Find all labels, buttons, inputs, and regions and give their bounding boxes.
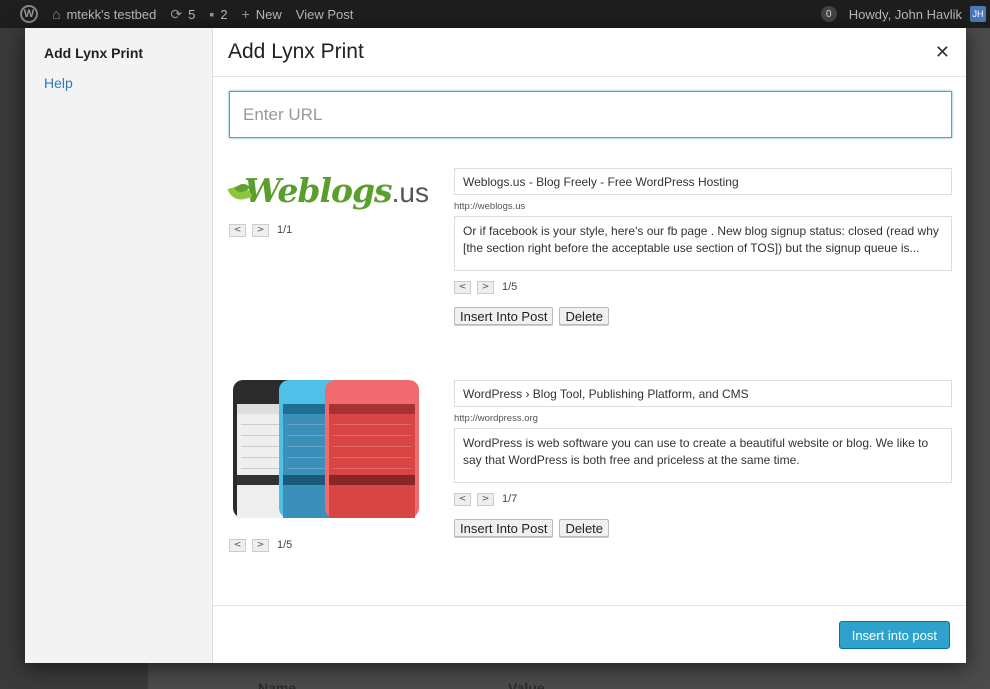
add-lynx-print-modal: Add Lynx Print Help Add Lynx Print ✕ Web… <box>25 28 966 663</box>
image-pager: < > 1/5 <box>229 538 292 552</box>
weblogs-logo: Weblogs.us <box>229 168 429 212</box>
notification-badge[interactable]: 0 <box>820 6 837 22</box>
wordpress-logo-icon[interactable]: W <box>14 5 38 23</box>
description-counter: 1/7 <box>502 493 518 505</box>
updates-count: 5 <box>188 6 196 22</box>
url-input[interactable] <box>229 91 952 138</box>
prev-image-button[interactable]: < <box>229 538 246 552</box>
new-label: New <box>255 6 282 22</box>
close-icon[interactable]: ✕ <box>935 42 950 63</box>
view-post-link[interactable]: View Post <box>296 7 354 22</box>
avatar[interactable]: JH <box>970 6 986 22</box>
print-fields: http://weblogs.us Or if facebook is your… <box>454 168 952 325</box>
description-pager: < > 1/7 <box>454 492 952 506</box>
howdy-user-link[interactable]: Howdy, John Havlik <box>849 7 962 22</box>
modal-title: Add Lynx Print <box>228 40 364 63</box>
updates-icon: ⟳ <box>170 5 183 22</box>
lynx-print-item: Weblogs.us < > 1/1 http://weblogs.us Or … <box>229 168 952 328</box>
modal-main: Add Lynx Print ✕ Weblogs.us < > 1/1 http… <box>213 28 966 663</box>
sidebar-item-add-lynx-print[interactable]: Add Lynx Print <box>25 45 212 61</box>
prev-image-button[interactable]: < <box>229 223 246 237</box>
print-url: http://weblogs.us <box>454 201 526 212</box>
title-divider <box>213 76 966 77</box>
description-counter: 1/5 <box>502 281 518 293</box>
comments-link[interactable]: ▪ 2 <box>209 6 227 22</box>
background-col-name: Name <box>258 680 297 689</box>
home-icon: ⌂ <box>52 6 61 22</box>
modal-sidebar: Add Lynx Print Help <box>25 28 213 663</box>
image-counter: 1/1 <box>277 224 293 236</box>
plus-icon: + <box>241 6 250 22</box>
updates-link[interactable]: ⟳ 5 <box>170 6 195 23</box>
sidebar-item-help[interactable]: Help <box>25 75 212 91</box>
print-fields: http://wordpress.org WordPress is web so… <box>454 380 952 537</box>
lynx-print-item: < > 1/5 http://wordpress.org WordPress i… <box>229 380 952 560</box>
leaf-icon <box>229 184 242 202</box>
next-image-button[interactable]: > <box>252 538 269 552</box>
image-pager: < > 1/1 <box>229 223 292 237</box>
prev-description-button[interactable]: < <box>454 280 471 294</box>
comments-count: 2 <box>220 6 228 22</box>
site-name-link[interactable]: ⌂ mtekk's testbed <box>52 6 156 22</box>
delete-button[interactable]: Delete <box>559 307 610 325</box>
insert-into-post-button[interactable]: Insert Into Post <box>454 307 554 325</box>
image-counter: 1/5 <box>277 539 293 551</box>
delete-button[interactable]: Delete <box>559 519 610 537</box>
print-title-field[interactable] <box>454 168 952 195</box>
description-pager: < > 1/5 <box>454 280 952 294</box>
print-url: http://wordpress.org <box>454 413 538 424</box>
print-description-field[interactable]: WordPress is web software you can use to… <box>454 428 952 483</box>
new-content-link[interactable]: + New <box>242 6 282 22</box>
next-description-button[interactable]: > <box>477 492 494 506</box>
insert-into-post-button[interactable]: Insert Into Post <box>454 519 554 537</box>
footer-divider <box>213 605 966 606</box>
view-post-label: View Post <box>295 6 354 22</box>
comment-icon: ▪ <box>209 6 215 22</box>
background-col-value: Value <box>508 680 545 689</box>
next-image-button[interactable]: > <box>252 223 269 237</box>
print-description-field[interactable]: Or if facebook is your style, here's our… <box>454 216 952 271</box>
admin-bar: W ⌂ mtekk's testbed ⟳ 5 ▪ 2 + New View P… <box>0 0 990 28</box>
print-title-field[interactable] <box>454 380 952 407</box>
next-description-button[interactable]: > <box>477 280 494 294</box>
site-name-label: mtekk's testbed <box>66 6 157 22</box>
prev-description-button[interactable]: < <box>454 492 471 506</box>
phones-image <box>233 380 419 518</box>
insert-into-post-primary-button[interactable]: Insert into post <box>838 621 950 649</box>
